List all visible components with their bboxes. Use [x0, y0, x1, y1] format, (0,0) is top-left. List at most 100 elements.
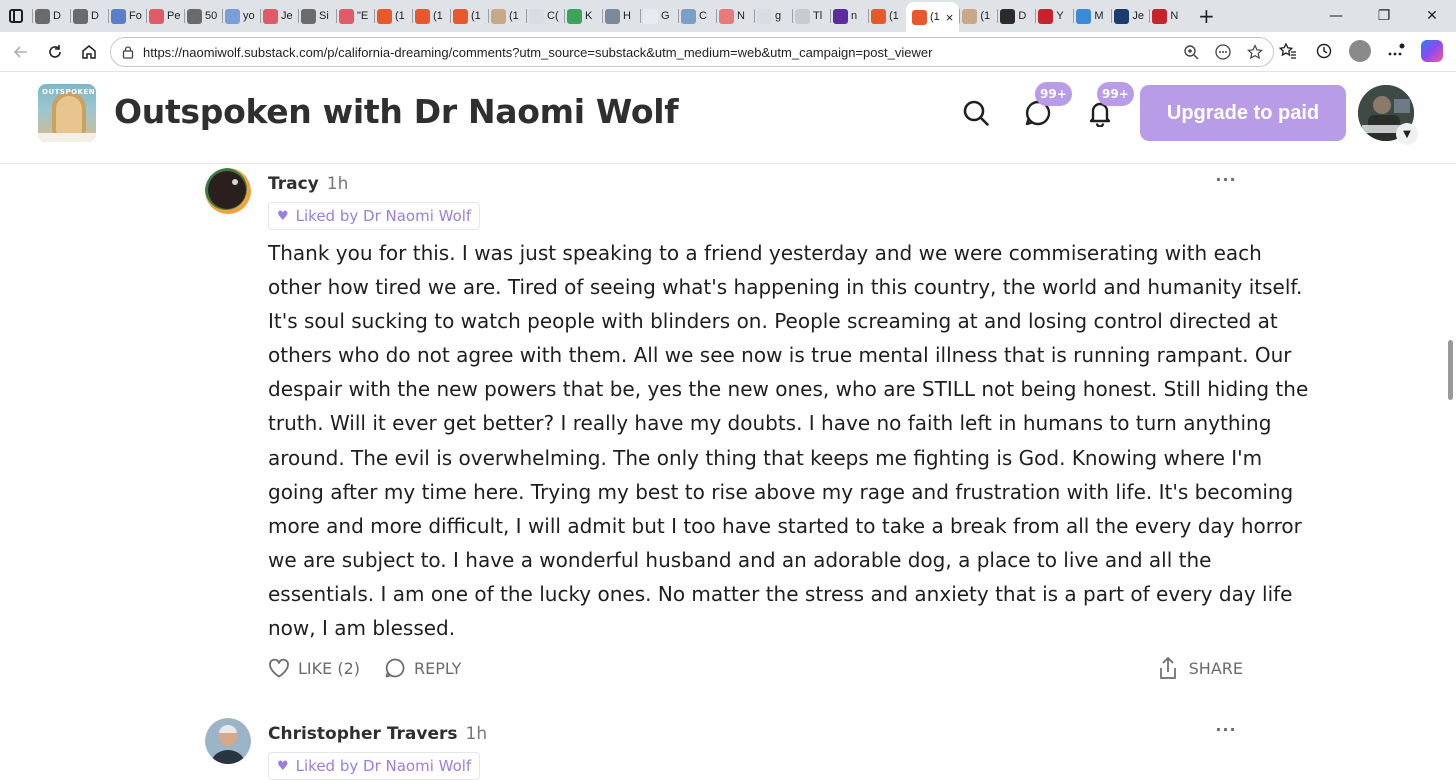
- share-button[interactable]: SHARE: [1157, 656, 1243, 680]
- browser-tab[interactable]: D: [997, 3, 1035, 29]
- lock-icon[interactable]: [121, 45, 135, 59]
- heart-icon: ♥: [277, 758, 289, 774]
- tab-label: Fo: [129, 10, 142, 22]
- reload-button[interactable]: [38, 35, 72, 69]
- copilot-icon[interactable]: [1418, 36, 1446, 66]
- comment-author[interactable]: Christopher Travers 1h: [268, 724, 487, 744]
- browser-tab[interactable]: Tl: [792, 3, 830, 29]
- tab-label: n: [851, 10, 858, 22]
- browser-tab[interactable]: N: [1149, 3, 1187, 29]
- comment-text-line: around. The evil is overwhelming. The on…: [268, 445, 1263, 470]
- browser-tab[interactable]: (1: [374, 3, 412, 29]
- browser-tab[interactable]: D: [32, 3, 70, 29]
- window-controls: — ❐ ✕: [1312, 0, 1456, 32]
- browser-tab[interactable]: (1: [959, 3, 997, 29]
- browser-tab[interactable]: C: [678, 3, 716, 29]
- browser-tab[interactable]: (1: [488, 3, 526, 29]
- browser-tab[interactable]: n: [830, 3, 868, 29]
- favorite-star-icon[interactable]: [1245, 42, 1265, 62]
- more-options-button[interactable]: ···: [1214, 720, 1238, 739]
- browser-tab[interactable]: yo: [222, 3, 260, 29]
- like-button[interactable]: LIKE (2): [268, 658, 360, 678]
- comment-body: Thank you for this. I was just speaking …: [268, 236, 1308, 645]
- tab-label: (1: [395, 10, 405, 22]
- commenter-avatar[interactable]: [205, 718, 251, 764]
- tab-label: H: [623, 10, 631, 22]
- browser-toolbar: https://naomiwolf.substack.com/p/califor…: [0, 32, 1456, 72]
- comment-text-line: truth. Will it ever get better? I really…: [268, 411, 1272, 436]
- extensions-icon[interactable]: [1382, 36, 1410, 66]
- new-tab-button[interactable]: +: [1193, 3, 1219, 29]
- browser-tab[interactable]: (1: [450, 3, 488, 29]
- browser-tab[interactable]: H: [602, 3, 640, 29]
- profile-icon[interactable]: [1346, 36, 1374, 66]
- tab-actions-button[interactable]: [0, 0, 32, 32]
- browser-tab[interactable]: Fo: [108, 3, 146, 29]
- tab-favicon-icon: [1114, 8, 1130, 24]
- home-button[interactable]: [72, 35, 106, 69]
- tab-favicon-icon: [1076, 8, 1092, 24]
- tab-label: M: [1094, 10, 1104, 22]
- more-options-button[interactable]: ···: [1214, 170, 1238, 189]
- browser-tab[interactable]: D: [70, 3, 108, 29]
- tab-favicon-icon: [149, 8, 164, 24]
- upgrade-to-paid-button[interactable]: Upgrade to paid: [1140, 85, 1346, 141]
- browser-tab[interactable]: C(: [526, 3, 564, 29]
- restore-button[interactable]: ❐: [1360, 0, 1408, 32]
- comment-text-line: now, I am blessed.: [268, 616, 456, 641]
- tab-label: 50: [205, 10, 218, 22]
- browser-tab[interactable]: Pe: [146, 3, 184, 29]
- active-browser-tab[interactable]: (1 ×: [906, 2, 960, 32]
- browser-tab[interactable]: N: [716, 3, 754, 29]
- browser-tab[interactable]: (1: [412, 3, 450, 29]
- liked-by-badge: ♥ Liked by Dr Naomi Wolf: [268, 202, 481, 230]
- publication-logo[interactable]: OUTSPOKEN: [38, 84, 96, 142]
- favorites-icon[interactable]: [1274, 36, 1302, 66]
- tab-label: Si: [319, 10, 329, 22]
- search-icon[interactable]: [958, 95, 994, 131]
- browser-tab[interactable]: Je: [1111, 3, 1149, 29]
- browser-tab[interactable]: Y: [1035, 3, 1073, 29]
- comment-time[interactable]: 1h: [327, 174, 349, 194]
- tab-favicon-icon: [719, 8, 734, 24]
- close-window-button[interactable]: ✕: [1408, 0, 1456, 32]
- browser-tab[interactable]: Si: [298, 3, 336, 29]
- browser-tab[interactable]: (1: [868, 3, 906, 29]
- history-icon[interactable]: [1310, 36, 1338, 66]
- more-options-icon[interactable]: [1213, 42, 1233, 62]
- notifications-button[interactable]: 99+: [1082, 82, 1134, 131]
- tab-favicon-icon: [301, 8, 316, 24]
- address-bar[interactable]: https://naomiwolf.substack.com/p/califor…: [110, 37, 1274, 67]
- browser-tab[interactable]: Je: [260, 3, 298, 29]
- tab-favicon-icon: [643, 8, 658, 24]
- commenter-avatar[interactable]: [205, 168, 251, 214]
- comment-author[interactable]: Tracy 1h: [268, 174, 348, 194]
- browser-tab[interactable]: g: [754, 3, 792, 29]
- page-scrollbar[interactable]: [1448, 340, 1453, 400]
- tab-favicon-icon: [225, 8, 240, 24]
- publication-title[interactable]: Outspoken with Dr Naomi Wolf: [114, 92, 679, 131]
- tab-label: D: [91, 10, 99, 22]
- tab-favicon-icon: [605, 8, 620, 24]
- chevron-down-icon[interactable]: ▼: [1396, 123, 1418, 145]
- tab-label: (1: [509, 10, 519, 22]
- browser-tab[interactable]: G: [640, 3, 678, 29]
- comment-time[interactable]: 1h: [466, 724, 488, 744]
- browser-tab[interactable]: M: [1073, 3, 1111, 29]
- browser-tab[interactable]: K: [564, 3, 602, 29]
- browser-tab[interactable]: "E: [336, 3, 374, 29]
- comment-text-line: going after my time here. Trying my best…: [268, 479, 1294, 504]
- tab-favicon-icon: [871, 8, 886, 24]
- tab-label: Y: [1056, 10, 1064, 22]
- minimize-button[interactable]: —: [1312, 0, 1360, 32]
- tab-favicon-icon: [263, 8, 278, 24]
- reply-button[interactable]: REPLY: [384, 657, 461, 679]
- browser-tab[interactable]: 50: [184, 3, 222, 29]
- comment-text-line: we are subject to. I have a wonderful hu…: [268, 547, 1212, 572]
- chat-button[interactable]: 99+: [1020, 82, 1072, 131]
- zoom-icon[interactable]: [1181, 42, 1201, 62]
- back-button[interactable]: [4, 35, 38, 69]
- chat-badge: 99+: [1035, 82, 1072, 106]
- tab-favicon-icon: [529, 8, 544, 24]
- close-tab-icon[interactable]: ×: [946, 10, 954, 25]
